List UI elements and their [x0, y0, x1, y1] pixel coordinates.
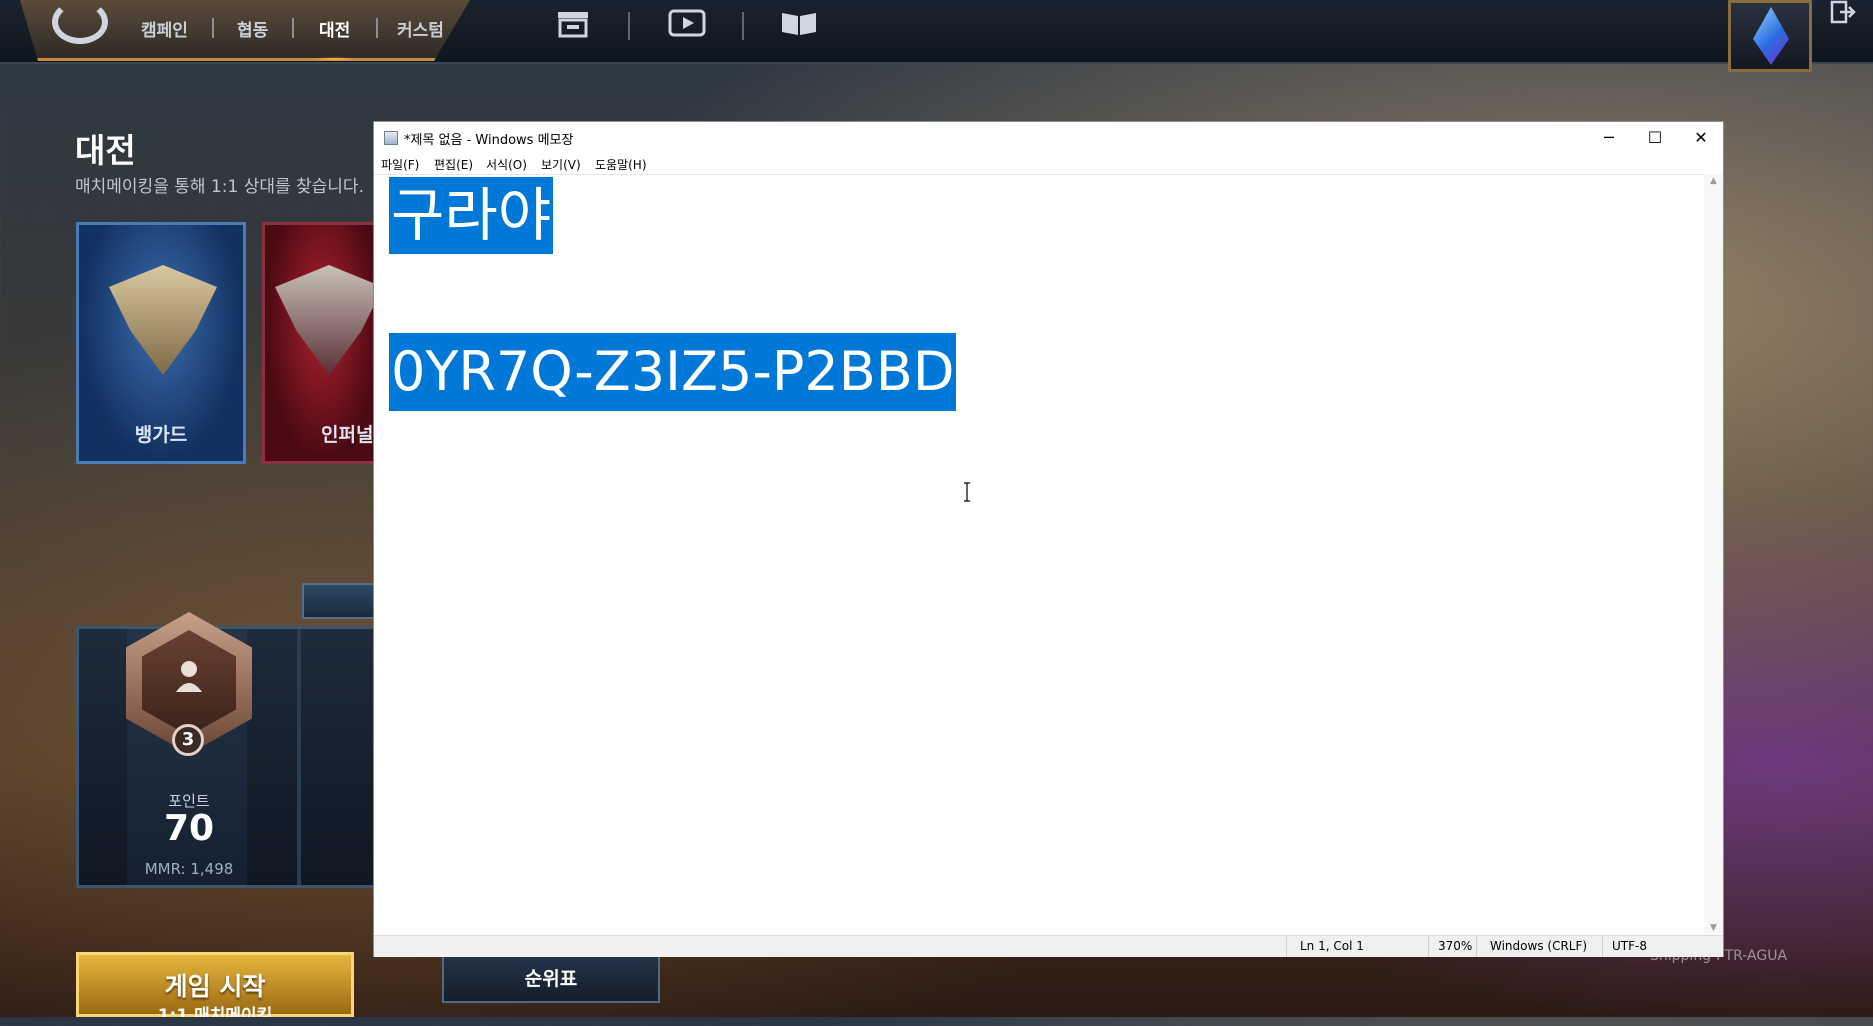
menu-bar: 파일(F) 편집(E) 서식(O) 보기(V) 도움말(H) [374, 154, 1723, 174]
section-subtitle: 매치메이킹을 통해 1:1 상대를 찾습니다. [75, 177, 364, 197]
status-divider [1476, 936, 1477, 957]
mode-tab[interactable] [302, 583, 382, 619]
rank-badge-core [142, 630, 236, 736]
exit-icon[interactable] [1822, 0, 1864, 28]
minimize-button[interactable]: ─ [1586, 122, 1632, 154]
nav-campaign[interactable]: 캠페인 [141, 16, 188, 41]
icon-divider [628, 12, 630, 40]
profile-crystal[interactable] [1728, 0, 1812, 72]
race-label: 뱅가드 [134, 424, 188, 446]
status-bar: Ln 1, Col 1 370% Windows (CRLF) UTF-8 [374, 935, 1723, 957]
race-card-vanguard[interactable]: 뱅가드 [76, 222, 246, 464]
game-logo-icon[interactable] [52, 0, 108, 44]
line-ending: Windows (CRLF) [1490, 939, 1588, 953]
notepad-window: *제목 없음 - Windows 메모장 ─ ☐ ✕ 파일(F) 편집(E) 서… [373, 121, 1724, 957]
play-icon[interactable] [667, 8, 707, 40]
menu-format[interactable]: 서식(O) [486, 156, 527, 173]
icon-divider [742, 12, 744, 40]
mmr-value: MMR: 1,498 [144, 860, 234, 878]
zoom-level: 370% [1438, 939, 1473, 953]
game-top-bar: 캠페인 협동 대전 커스텀 [0, 0, 1873, 72]
status-divider [1286, 936, 1287, 957]
panel-divider [297, 629, 301, 885]
cursor-position: Ln 1, Col 1 [1300, 939, 1364, 953]
menu-help[interactable]: 도움말(H) [595, 156, 647, 173]
scroll-down-icon[interactable]: ▼ [1704, 921, 1723, 935]
selected-text-line-1[interactable]: 구라야 [389, 177, 554, 254]
menu-view[interactable]: 보기(V) [541, 156, 581, 173]
nav-custom[interactable]: 커스텀 [397, 16, 444, 41]
encoding: UTF-8 [1612, 939, 1647, 953]
nav-coop[interactable]: 협동 [237, 16, 268, 41]
title-bar[interactable]: *제목 없음 - Windows 메모장 ─ ☐ ✕ [374, 122, 1723, 154]
vertical-scrollbar[interactable]: ▲ ▼ [1704, 174, 1723, 935]
vanguard-emblem-icon [109, 265, 217, 375]
store-icon[interactable] [553, 8, 593, 40]
rank-level-badge: 3 [172, 724, 204, 756]
points-value: 70 [163, 808, 215, 849]
crystal-icon [1753, 7, 1789, 65]
status-divider [1428, 936, 1429, 957]
leaderboard-button[interactable]: 순위표 [442, 955, 660, 1003]
close-button[interactable]: ✕ [1678, 122, 1724, 154]
nav-divider [376, 18, 378, 38]
menu-edit[interactable]: 편집(E) [434, 156, 473, 173]
scroll-up-icon[interactable]: ▲ [1704, 174, 1723, 188]
race-card-infernal[interactable]: 인퍼널 [262, 222, 383, 464]
book-icon[interactable] [779, 8, 819, 40]
start-game-button[interactable]: 게임 시작 1:1 매치메이킹 [76, 952, 354, 1017]
race-label: 인퍼널 [321, 424, 374, 446]
nav-divider [292, 18, 294, 38]
menu-file[interactable]: 파일(F) [381, 156, 419, 173]
nav-divider [212, 18, 214, 38]
infernal-emblem-icon [275, 265, 383, 375]
nav-versus[interactable]: 대전 [312, 16, 357, 61]
section-title: 대전 [75, 131, 136, 170]
start-game-label: 게임 시작 [164, 972, 266, 1001]
maximize-button[interactable]: ☐ [1632, 122, 1678, 154]
selected-text-line-2[interactable]: 0YR7Q-Z3IZ5-P2BBD [389, 333, 957, 411]
notepad-app-icon [384, 131, 398, 145]
start-game-sublabel: 1:1 매치메이킹 [157, 1006, 273, 1026]
window-title: *제목 없음 - Windows 메모장 [404, 133, 574, 148]
text-cursor-icon [963, 482, 971, 502]
status-divider [1602, 936, 1603, 957]
text-editor[interactable]: 구라야 0YR7Q-Z3IZ5-P2BBD [374, 174, 1704, 936]
person-icon [174, 658, 204, 698]
